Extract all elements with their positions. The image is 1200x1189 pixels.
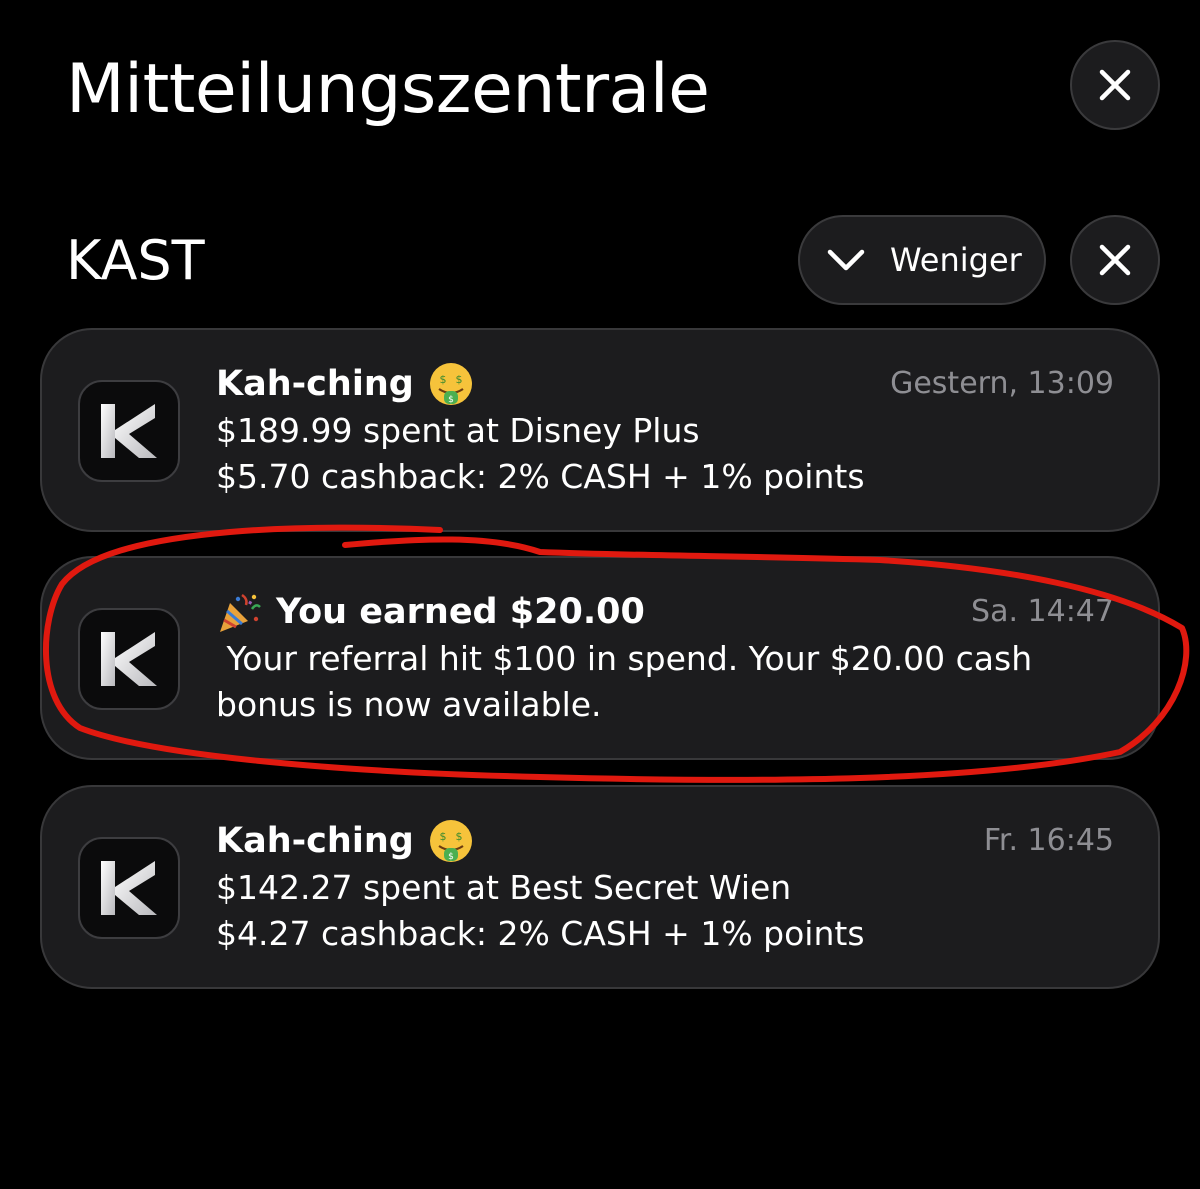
group-title: KAST	[66, 229, 205, 292]
kast-logo-icon	[101, 632, 157, 686]
notification-line: bonus is now available.	[216, 685, 602, 724]
notification-body: Your referral hit $100 in spend. Your $2…	[216, 636, 1116, 728]
notification-header: You earned $20.00	[216, 588, 645, 636]
notification-title: You earned $20.00	[276, 592, 645, 632]
notification-body: $142.27 spent at Best Secret Wien $4.27 …	[216, 865, 1116, 957]
page-title: Mitteilungszentrale	[66, 50, 710, 129]
notification-line: Your referral hit $100 in spend. Your $2…	[216, 639, 1033, 678]
close-group-button[interactable]	[1070, 215, 1160, 305]
notification-line: $189.99 spent at Disney Plus	[216, 411, 700, 450]
svg-text:$: $	[455, 830, 462, 843]
close-notification-center-button[interactable]	[1070, 40, 1160, 130]
notification-title: Kah-ching	[216, 821, 414, 861]
kast-app-icon	[78, 608, 180, 710]
notification-header: Kah-ching $ $ $	[216, 360, 474, 408]
notification-time: Fr. 16:45	[983, 823, 1114, 858]
notification-line: $5.70 cashback: 2% CASH + 1% points	[216, 457, 865, 496]
svg-text:$: $	[448, 852, 454, 862]
kast-logo-icon	[101, 404, 157, 458]
svg-text:$: $	[439, 373, 446, 386]
kast-app-icon	[78, 380, 180, 482]
notification-card[interactable]: Kah-ching $ $ $ Fr. 16:45 $142.27 spent …	[40, 785, 1160, 989]
show-less-label: Weniger	[890, 241, 1022, 279]
show-less-button[interactable]: Weniger	[798, 215, 1046, 305]
notification-body: $189.99 spent at Disney Plus $5.70 cashb…	[216, 408, 1116, 500]
chevron-down-icon	[827, 249, 865, 271]
notification-line: $4.27 cashback: 2% CASH + 1% points	[216, 914, 865, 953]
notification-card[interactable]: You earned $20.00 Sa. 14:47 Your referra…	[40, 556, 1160, 760]
kast-logo-icon	[101, 861, 157, 915]
money-mouth-face-icon: $ $ $	[429, 820, 472, 862]
party-popper-icon	[220, 593, 261, 632]
svg-text:$: $	[448, 395, 454, 405]
svg-text:$: $	[439, 830, 446, 843]
notification-time: Sa. 14:47	[971, 594, 1114, 629]
notification-line: $142.27 spent at Best Secret Wien	[216, 868, 792, 907]
notification-card[interactable]: Kah-ching $ $ $ Gestern, 13:09 $189.99 s…	[40, 328, 1160, 532]
notification-title: Kah-ching	[216, 364, 414, 404]
notification-header: Kah-ching $ $ $	[216, 817, 474, 865]
money-mouth-face-icon: $ $ $	[429, 363, 472, 405]
close-icon	[1099, 244, 1131, 276]
close-icon	[1099, 69, 1131, 101]
svg-text:$: $	[455, 373, 462, 386]
kast-app-icon	[78, 837, 180, 939]
notification-time: Gestern, 13:09	[890, 366, 1114, 401]
